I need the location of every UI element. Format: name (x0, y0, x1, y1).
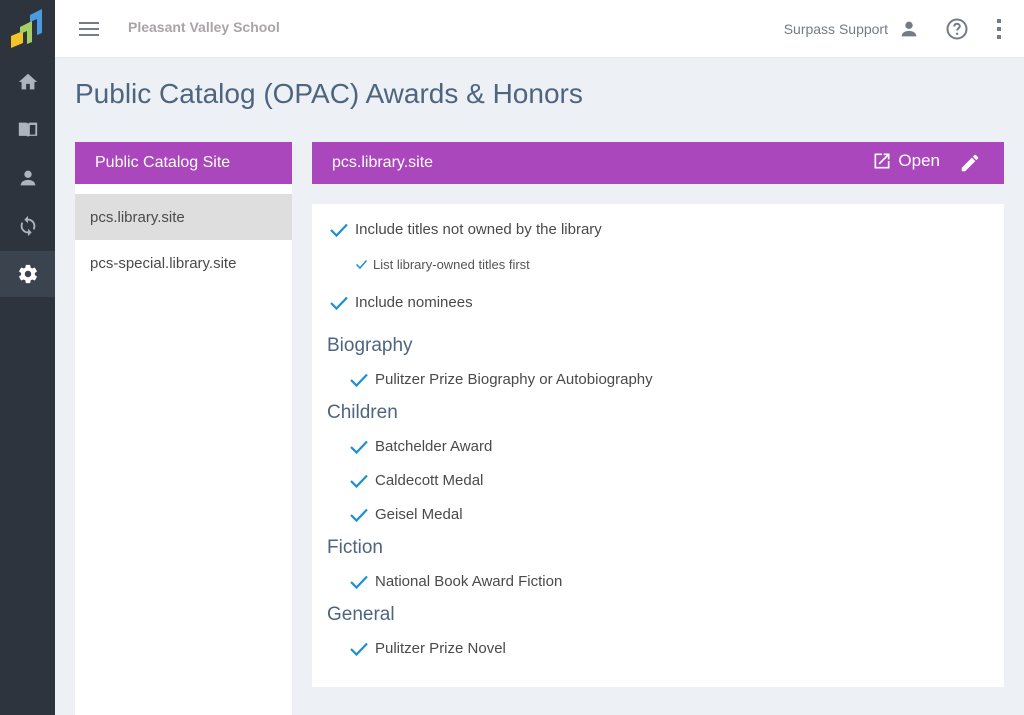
check-icon (350, 508, 368, 522)
check-icon (350, 474, 368, 488)
open-label: Open (898, 151, 940, 170)
more-options-button[interactable] (987, 17, 1011, 41)
award-label: Pulitzer Prize Biography or Autobiograph… (375, 371, 653, 388)
rail-item-patrons[interactable] (0, 155, 55, 201)
help-icon (946, 18, 968, 40)
top-bar: Pleasant Valley School Surpass Support (55, 0, 1024, 58)
detail-body: Include titles not owned by the library … (312, 204, 1004, 687)
option-include-nominees: Include nominees (329, 294, 473, 311)
option-label: Include nominees (355, 294, 473, 311)
category-heading: Biography (327, 335, 413, 356)
check-icon (330, 296, 348, 310)
home-icon (18, 73, 37, 90)
open-button[interactable]: Open (872, 151, 940, 171)
sites-panel-header: Public Catalog Site (75, 142, 292, 184)
check-icon (330, 223, 348, 237)
category-heading: General (327, 604, 395, 625)
rail-item-settings[interactable] (0, 251, 55, 297)
rail-item-home[interactable] (0, 59, 55, 105)
check-icon (350, 373, 368, 387)
logo-icon (10, 9, 42, 48)
person-icon (20, 170, 35, 186)
detail-header: pcs.library.site Open (312, 142, 1004, 184)
detail-title: pcs.library.site (332, 154, 434, 171)
award-label: National Book Award Fiction (375, 573, 563, 590)
user-name[interactable]: Surpass Support (784, 21, 888, 37)
award-label: Pulitzer Prize Novel (375, 640, 506, 657)
check-icon (350, 642, 368, 656)
award-item: Geisel Medal (349, 506, 463, 523)
edit-button[interactable] (958, 151, 982, 175)
rail-item-catalog[interactable] (0, 107, 55, 153)
award-item: Batchelder Award (349, 438, 492, 455)
check-icon (350, 575, 368, 589)
pencil-icon (961, 154, 979, 172)
hamburger-icon (79, 22, 99, 36)
check-icon (350, 440, 368, 454)
app-logo[interactable] (0, 0, 55, 58)
category-heading: Children (327, 402, 398, 423)
option-label: Include titles not owned by the library (355, 221, 602, 238)
site-item[interactable]: pcs.library.site (75, 194, 292, 240)
sync-icon (20, 215, 35, 237)
option-owned-first: List library-owned titles first (355, 257, 530, 272)
account-button[interactable] (897, 17, 921, 41)
award-item: Caldecott Medal (349, 472, 483, 489)
help-button[interactable] (945, 17, 969, 41)
more-vert-icon (997, 19, 1001, 39)
menu-button[interactable] (77, 17, 101, 41)
left-rail (0, 0, 55, 715)
book-open-icon (18, 122, 37, 138)
rail-item-circulation[interactable] (0, 203, 55, 249)
sites-panel: Public Catalog Site pcs.library.site pcs… (75, 142, 292, 715)
award-label: Batchelder Award (375, 438, 493, 455)
category-heading: Fiction (327, 537, 383, 558)
person-icon (901, 21, 917, 37)
gear-icon (18, 264, 37, 284)
option-label: List library-owned titles first (373, 257, 530, 272)
sites-list: pcs.library.site pcs-special.library.sit… (75, 194, 292, 286)
award-item: Pulitzer Prize Biography or Autobiograph… (349, 371, 653, 388)
award-label: Caldecott Medal (375, 472, 484, 489)
open-in-new-icon (874, 153, 890, 169)
award-item: National Book Award Fiction (349, 573, 562, 590)
site-item[interactable]: pcs-special.library.site (75, 240, 292, 286)
option-include-not-owned: Include titles not owned by the library (329, 221, 602, 238)
award-item: Pulitzer Prize Novel (349, 640, 506, 657)
page-title: Public Catalog (OPAC) Awards & Honors (75, 78, 583, 109)
check-icon (355, 260, 368, 270)
school-name: Pleasant Valley School (128, 19, 280, 35)
award-label: Geisel Medal (375, 506, 463, 523)
